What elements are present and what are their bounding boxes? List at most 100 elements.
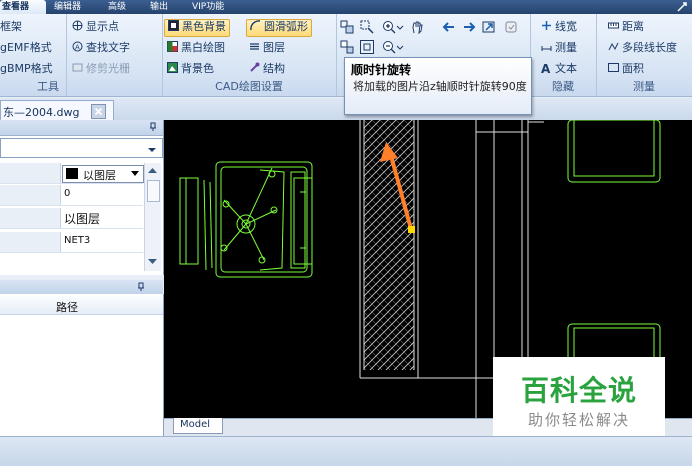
tooltip-title: 顺时针旋转: [351, 63, 412, 77]
polyline-length-icon: [608, 41, 619, 52]
background-color-icon: [167, 62, 178, 73]
file-list-header: 路径: [0, 296, 163, 315]
chevron-down-icon-2[interactable]: [396, 40, 404, 54]
rotate-clockwise-icon[interactable]: [360, 40, 374, 54]
distance-label: 距离: [622, 20, 644, 33]
fit-icon[interactable]: [340, 20, 354, 34]
group-view-tools: 显示点 A 查找文字 修剪光栅: [66, 14, 163, 96]
arrow-right-icon[interactable]: [462, 20, 476, 34]
layers-button[interactable]: 图层: [249, 40, 285, 56]
arrow-left-icon[interactable]: [442, 20, 456, 34]
zoom-in-icon[interactable]: [382, 20, 396, 34]
group-hide-label: 隐藏: [552, 80, 574, 93]
background-color-button[interactable]: 背景色: [167, 61, 214, 77]
area-icon: [608, 62, 619, 73]
tab-viewer[interactable]: 查看器: [0, 0, 46, 14]
crosshair-icon: [72, 20, 83, 31]
property-key: [0, 163, 61, 183]
color-value: 以图层: [83, 169, 116, 182]
chevron-down-icon[interactable]: [396, 20, 404, 34]
chair-block: [179, 161, 313, 278]
frame-label: 框架: [0, 20, 22, 33]
group-cad-settings: 黑色背景 黑白绘图 背景色 圆滑弧形 图层 结构 CAD绘图设置: [162, 14, 337, 96]
black-background-icon: [168, 20, 179, 31]
model-tab-label: Model: [180, 419, 211, 430]
close-icon: [94, 107, 103, 116]
measure-button[interactable]: 测量: [541, 40, 577, 56]
text-a-icon: A: [541, 62, 551, 76]
smooth-arc-button[interactable]: 圆滑弧形: [246, 19, 312, 37]
text-label: 文本: [555, 62, 577, 75]
tab-editor[interactable]: 编辑器: [48, 0, 87, 14]
show-points-button[interactable]: 显示点: [72, 19, 119, 35]
scroll-up-icon: [148, 168, 157, 173]
smooth-arc-icon: [250, 20, 261, 31]
pin-icon[interactable]: [148, 122, 158, 132]
group-measure-label: 测量: [633, 80, 655, 93]
distance-button[interactable]: 距离: [608, 19, 644, 35]
tab-advanced[interactable]: 高级: [102, 0, 132, 14]
polyline-length-button[interactable]: 多段线长度: [608, 40, 677, 56]
group-cad-settings-label: CAD绘图设置: [215, 80, 283, 93]
bw-drawing-button[interactable]: 黑白绘图: [167, 40, 225, 56]
emf-label: gEMF格式: [0, 41, 52, 54]
black-background-button[interactable]: 黑色背景: [164, 19, 230, 37]
background-color-label: 背景色: [181, 62, 214, 75]
property-row-linetype[interactable]: 以图层: [0, 208, 143, 229]
show-points-label: 显示点: [86, 20, 119, 33]
status-bar: [0, 436, 692, 466]
properties-scrollbar[interactable]: [144, 163, 161, 271]
layers-icon: [249, 41, 260, 52]
rotate-icon[interactable]: [340, 40, 354, 54]
line-width-icon: [541, 20, 552, 31]
trim-raster-label: 修剪光栅: [86, 62, 130, 75]
structure-button[interactable]: 结构: [249, 61, 285, 77]
model-tab[interactable]: Model: [173, 418, 223, 434]
export-icon[interactable]: [482, 20, 496, 34]
property-value: NET3: [64, 235, 91, 246]
document-tab-label: 东—2004.dwg: [3, 106, 80, 119]
property-row-layer[interactable]: 0: [0, 185, 143, 206]
trim-raster-icon: [72, 62, 83, 73]
property-row-color[interactable]: 以图层: [0, 163, 144, 184]
scroll-down-icon: [148, 259, 157, 264]
scrollbar-thumb[interactable]: [147, 180, 160, 202]
area-button[interactable]: 面积: [608, 61, 644, 77]
bmp-format-button[interactable]: gBMP格式: [0, 61, 53, 77]
bw-drawing-icon: [167, 41, 178, 52]
column-path[interactable]: 路径: [56, 299, 78, 315]
tab-vip[interactable]: VIP功能: [186, 0, 230, 14]
rotate-clockwise-tooltip: 顺时针旋转 将加载的图片沿z轴顺时针旋转90度: [344, 57, 532, 115]
line-width-label: 线宽: [555, 20, 577, 33]
watermark: 百科全说 助你轻松解决: [493, 357, 665, 436]
zoom-out-icon[interactable]: [382, 40, 396, 54]
trim-raster-button[interactable]: 修剪光栅: [72, 61, 130, 77]
property-row-plotstyle[interactable]: NET3: [0, 232, 143, 253]
chevron-down-icon-4: [131, 171, 139, 176]
property-key: [0, 185, 61, 205]
app-options-icon[interactable]: [676, 1, 688, 13]
pan-hand-icon[interactable]: [410, 20, 424, 35]
close-tab-button[interactable]: [91, 104, 106, 119]
black-background-label: 黑色背景: [182, 20, 226, 33]
watermark-slogan: 助你轻松解决: [527, 411, 630, 429]
emf-format-button[interactable]: gEMF格式: [0, 40, 52, 56]
zoom-window-icon[interactable]: [360, 20, 374, 34]
find-text-button[interactable]: A 查找文字: [72, 40, 130, 56]
pin-icon-2[interactable]: [136, 282, 146, 292]
object-selector-dropdown[interactable]: [0, 138, 163, 158]
tab-output[interactable]: 输出: [144, 0, 174, 14]
print-icon[interactable]: [504, 20, 518, 34]
area-label: 面积: [622, 62, 644, 75]
color-dropdown[interactable]: 以图层: [62, 165, 144, 183]
property-key: [0, 208, 61, 228]
distance-icon: [608, 20, 619, 31]
layers-label: 图层: [263, 41, 285, 54]
properties-panel-header: [0, 120, 163, 136]
line-width-button[interactable]: 线宽: [541, 19, 577, 35]
bmp-label: gBMP格式: [0, 62, 53, 75]
frame-button[interactable]: 框架: [0, 19, 22, 35]
bw-drawing-label: 黑白绘图: [181, 41, 225, 54]
text-button[interactable]: A 文本: [541, 61, 577, 77]
structure-label: 结构: [263, 62, 285, 75]
